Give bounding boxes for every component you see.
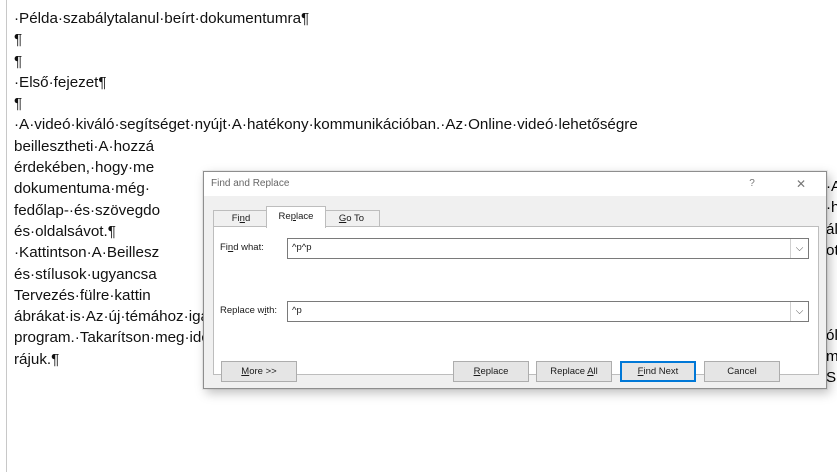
dialog-titlebar[interactable]: Find and Replace ? ✕ xyxy=(204,172,826,196)
doc-line: ·Első·fejezet¶ xyxy=(14,73,107,91)
help-button[interactable]: ? xyxy=(742,176,762,192)
replace-with-value: ^p xyxy=(292,305,302,316)
more-button[interactable]: More >> xyxy=(221,361,297,382)
replace-with-input[interactable]: ^p ⌵ xyxy=(287,301,809,322)
doc-line: beillesztheti·A·hozzá xyxy=(14,137,155,155)
replace-button[interactable]: Replace xyxy=(453,361,529,382)
find-dropdown-icon[interactable]: ⌵ xyxy=(790,239,808,258)
cancel-button[interactable]: Cancel xyxy=(704,361,780,382)
doc-fragment: ·h xyxy=(826,199,837,216)
doc-line: ·Példa·szabálytalanul·beírt·dokumentumra… xyxy=(14,10,310,27)
dialog-title: Find and Replace xyxy=(211,178,290,189)
doc-fragment: m xyxy=(826,348,837,365)
doc-fragment: ·A xyxy=(826,178,837,195)
find-next-button[interactable]: Find Next xyxy=(620,361,696,382)
replace-dropdown-icon[interactable]: ⌵ xyxy=(790,302,808,321)
close-button[interactable]: ✕ xyxy=(790,176,812,192)
replace-with-label: Replace with: xyxy=(220,305,278,316)
doc-fragment: ot xyxy=(826,242,837,259)
doc-fragment: ól xyxy=(826,327,837,344)
tab-find[interactable]: Find xyxy=(213,210,269,227)
doc-line: ¶ xyxy=(14,31,23,49)
doc-line: ¶ xyxy=(14,95,23,113)
replace-all-button[interactable]: Replace All xyxy=(536,361,612,382)
tab-goto[interactable]: Go To xyxy=(323,210,380,227)
find-replace-dialog: Find and Replace ? ✕ Find Replace Go To … xyxy=(203,171,827,389)
doc-line: ¶ xyxy=(14,52,23,70)
find-what-input[interactable]: ^p^p ⌵ xyxy=(287,238,809,259)
replace-panel: Find what: ^p^p ⌵ Replace with: ^p ⌵ xyxy=(213,226,819,375)
doc-fragment: Sn xyxy=(826,369,837,386)
find-what-label: Find what: xyxy=(220,242,264,253)
tab-replace[interactable]: Replace xyxy=(266,206,326,228)
doc-line: ·A·videó·kiváló·segítséget·nyújt·A·haték… xyxy=(14,116,638,134)
find-what-value: ^p^p xyxy=(292,242,312,253)
doc-fragment: ál xyxy=(826,221,837,238)
